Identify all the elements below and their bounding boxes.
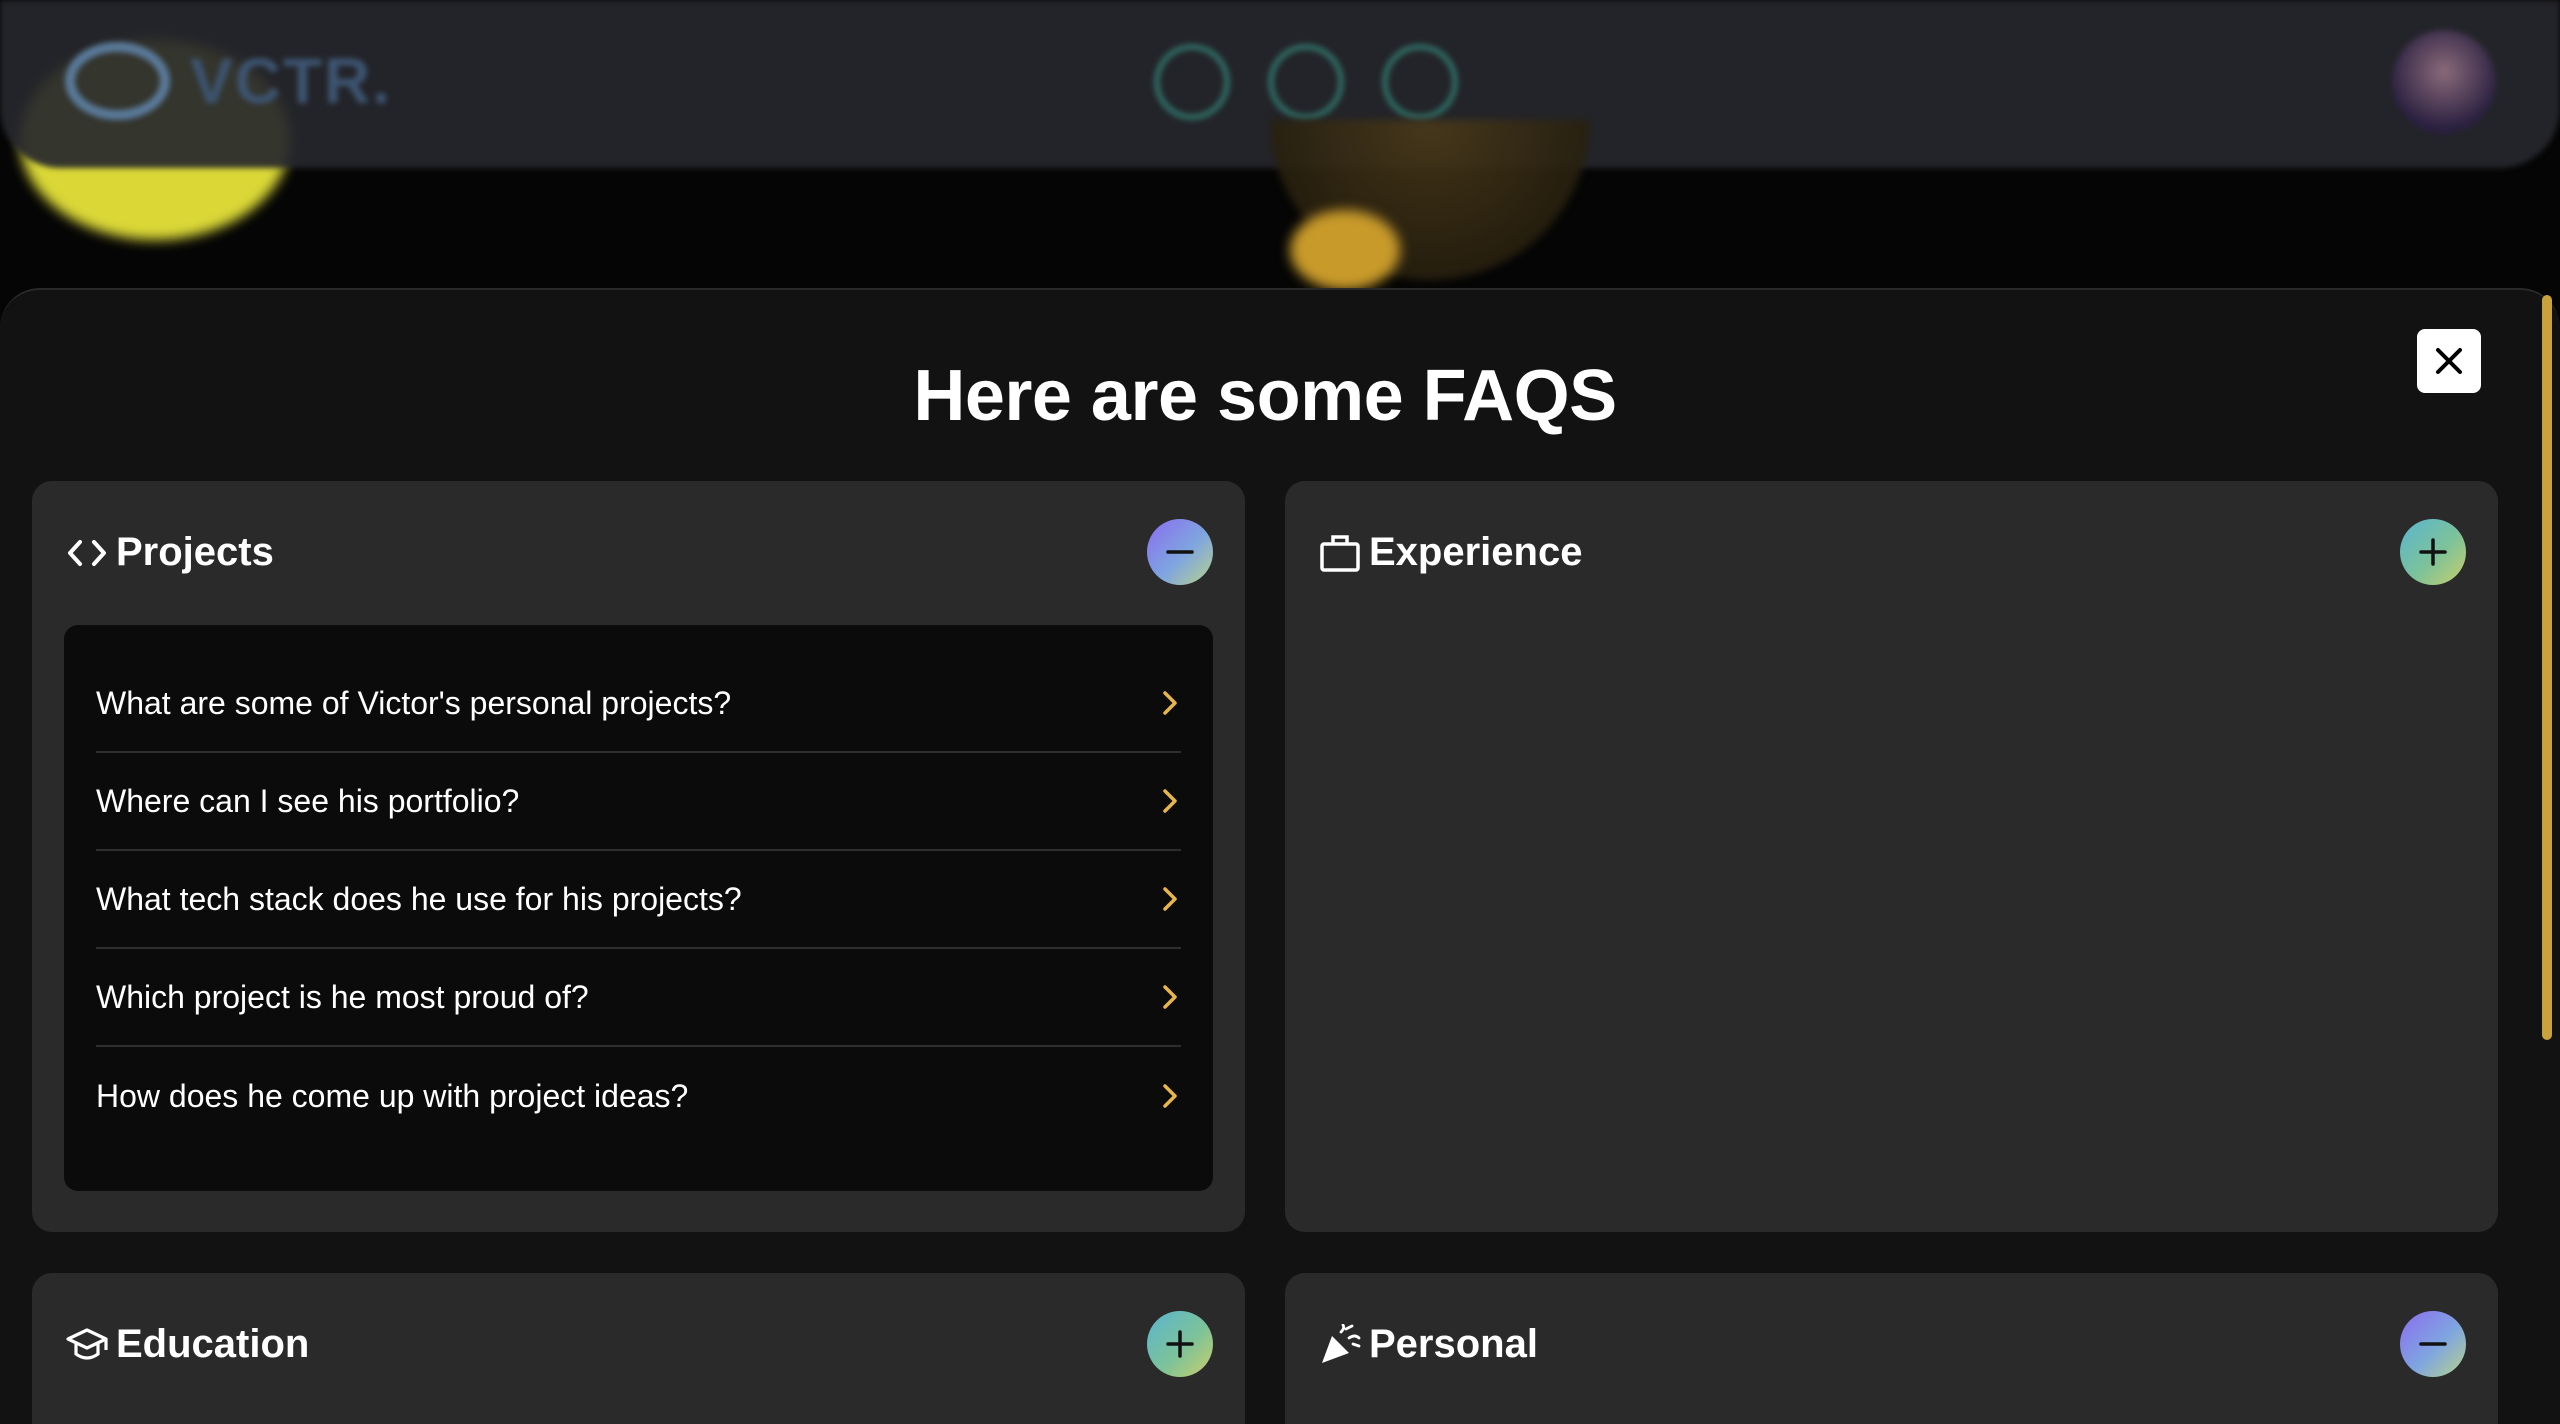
party-popper-icon: [1322, 1324, 1361, 1363]
plus-icon: [1166, 1330, 1194, 1358]
code-icon: [68, 540, 106, 566]
section-title: Projects: [116, 530, 274, 574]
faq-section-experience: Experience: [1285, 481, 2498, 1232]
page: VCTR. Here are some FAQS Projects What a…: [0, 0, 2560, 1424]
chevron-right-icon: [1163, 1084, 1177, 1108]
expand-button[interactable]: [2400, 519, 2466, 585]
section-title: Education: [116, 1322, 310, 1366]
section-header[interactable]: Projects: [32, 481, 1245, 623]
section-title: Experience: [1369, 530, 1583, 574]
faq-item[interactable]: What are some of Victor's personal proje…: [96, 655, 1181, 753]
collapse-button[interactable]: [2400, 1311, 2466, 1377]
graduation-cap-icon: [66, 1328, 108, 1360]
faq-question: What tech stack does he use for his proj…: [96, 880, 742, 917]
collapse-button[interactable]: [1147, 519, 1213, 585]
plus-icon: [2419, 538, 2447, 566]
faq-question: Which project is he most proud of?: [96, 978, 589, 1015]
minus-icon: [2419, 1342, 2447, 1346]
faq-item[interactable]: What tech stack does he use for his proj…: [96, 851, 1181, 949]
expand-button[interactable]: [1147, 1311, 1213, 1377]
avatar: [2392, 30, 2496, 134]
github-icon: [1268, 44, 1344, 120]
faq-section-projects: Projects What are some of Victor's perso…: [32, 481, 1245, 1232]
logo-icon: [65, 42, 170, 120]
chevron-right-icon: [1163, 985, 1177, 1009]
section-header[interactable]: Education: [32, 1273, 1245, 1415]
faq-item[interactable]: Where can I see his portfolio?: [96, 753, 1181, 851]
section-header[interactable]: Experience: [1285, 481, 2498, 623]
faq-question: Where can I see his portfolio?: [96, 782, 520, 819]
nav-link-icon: [1154, 44, 1230, 120]
section-header[interactable]: Personal: [1285, 1273, 2498, 1415]
close-icon: [2436, 348, 2462, 374]
close-button[interactable]: [2417, 329, 2481, 393]
chevron-right-icon: [1163, 691, 1177, 715]
logo-text: VCTR.: [190, 45, 392, 117]
briefcase-icon: [1320, 535, 1360, 572]
calendar-icon: [1382, 44, 1458, 120]
background-decoration: [1290, 210, 1400, 290]
faq-question: How does he come up with project ideas?: [96, 1077, 689, 1114]
section-title: Personal: [1369, 1322, 1538, 1366]
modal-title: Here are some FAQS: [913, 356, 1617, 436]
faq-list: What are some of Victor's personal proje…: [64, 625, 1213, 1191]
faq-item[interactable]: How does he come up with project ideas?: [96, 1047, 1181, 1145]
chevron-right-icon: [1163, 789, 1177, 813]
chevron-right-icon: [1163, 887, 1177, 911]
faq-section-personal: Personal: [1285, 1273, 2498, 1424]
scrollbar[interactable]: [2542, 295, 2552, 1040]
faq-question: What are some of Victor's personal proje…: [96, 684, 732, 721]
minus-icon: [1166, 550, 1194, 554]
faq-item[interactable]: Which project is he most proud of?: [96, 949, 1181, 1047]
faq-section-education: Education: [32, 1273, 1245, 1424]
